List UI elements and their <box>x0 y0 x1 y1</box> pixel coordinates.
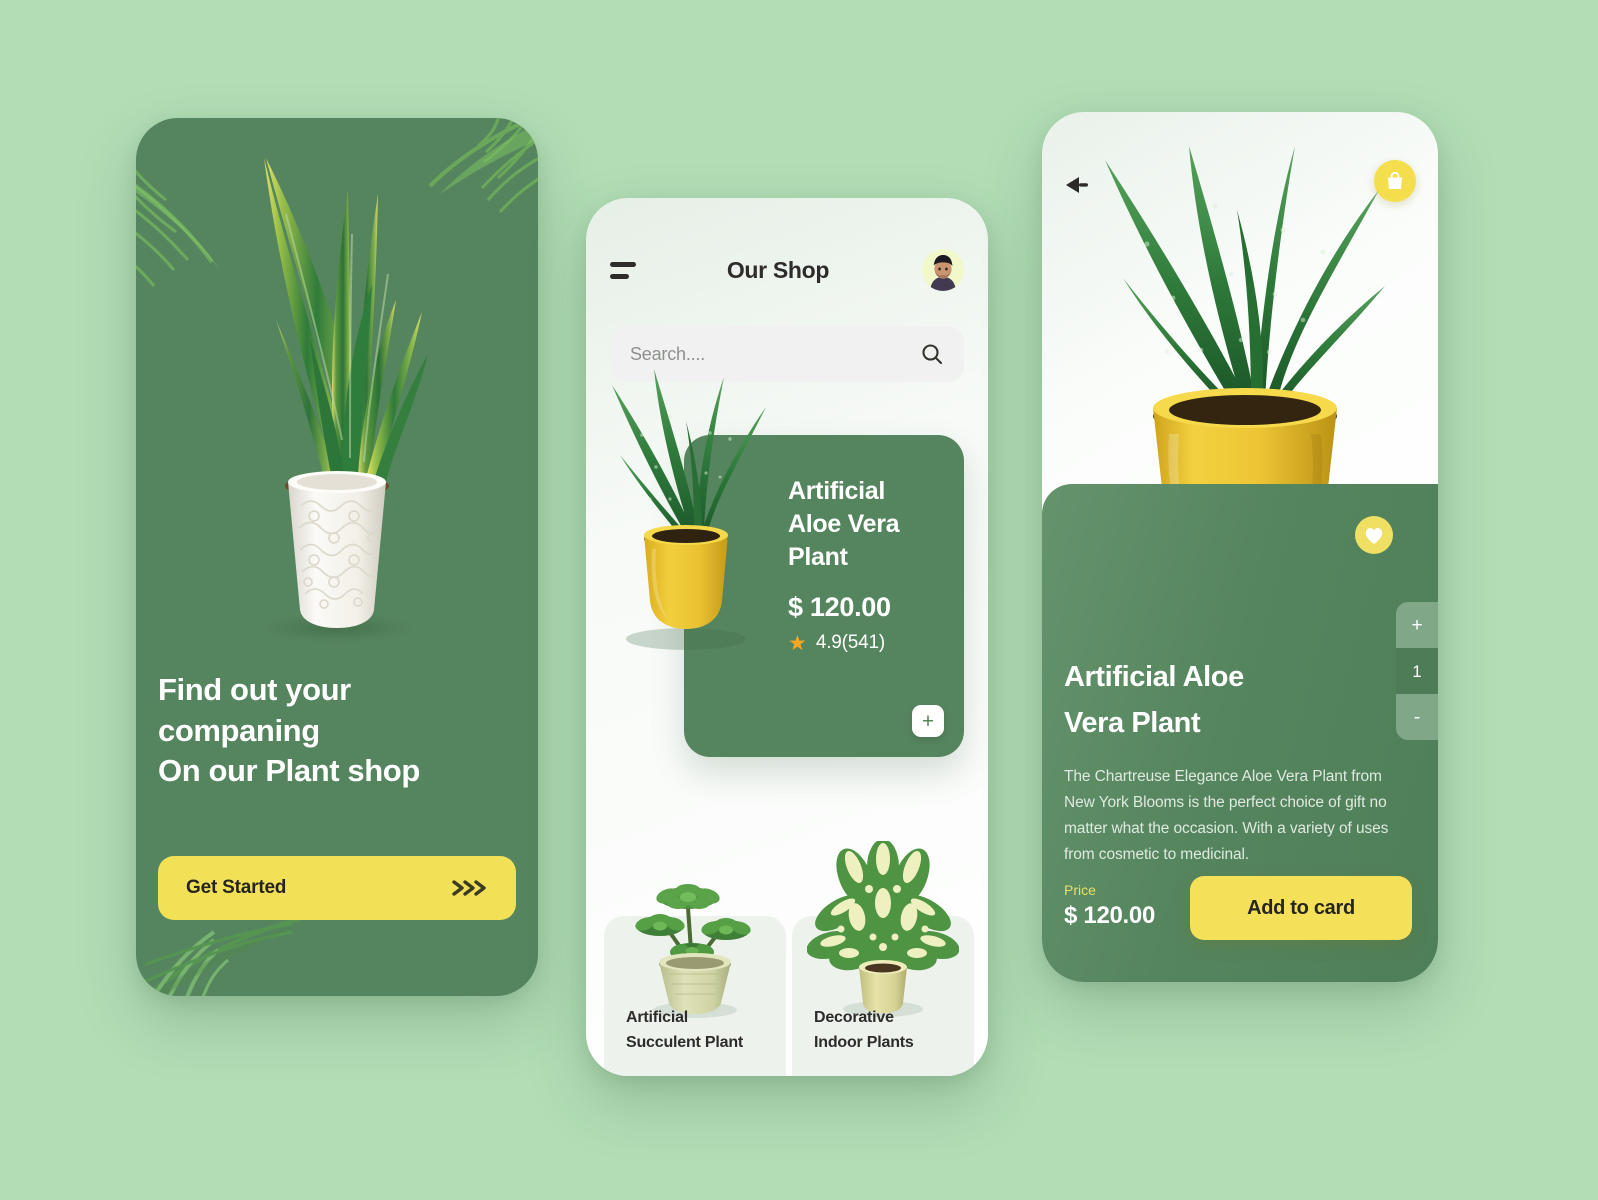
hero-plant-image <box>136 124 538 664</box>
featured-product-image <box>598 363 773 653</box>
headline-line-1: Find out your <box>158 672 351 707</box>
onboarding-headline: Find out your companing On our Plant sho… <box>158 670 518 792</box>
product-detail-screen: + 1 - Artificial Aloe Vera Plant The Cha… <box>1042 112 1438 982</box>
featured-product-name: Artificial Aloe Vera Plant <box>788 477 900 571</box>
featured-product-info: Artificial Aloe Vera Plant $ 120.00 ★ 4.… <box>788 475 946 654</box>
increment-button[interactable]: + <box>1396 602 1438 648</box>
add-to-card-button[interactable]: Add to card <box>1190 876 1412 940</box>
heart-icon[interactable] <box>1355 516 1393 554</box>
product-title: Artificial Aloe Vera Plant <box>1064 661 1244 740</box>
get-started-button[interactable]: Get Started <box>158 856 516 920</box>
rating-value: 4.9(541) <box>815 632 885 653</box>
search-icon[interactable] <box>920 342 944 366</box>
product-tile-label: Artificial Succulent Plant <box>626 1009 744 1052</box>
star-icon: ★ <box>788 631 807 655</box>
price-label: Price <box>1064 882 1096 898</box>
add-to-cart-button[interactable]: + <box>912 705 944 737</box>
price-value: $ 120.00 <box>1064 902 1156 929</box>
product-info-panel: + 1 - Artificial Aloe Vera Plant The Cha… <box>1042 484 1438 982</box>
product-description: The Chartreuse Elegance Aloe Vera Plant … <box>1064 768 1389 863</box>
avatar[interactable] <box>922 249 964 291</box>
product-tile-decorative[interactable]: Decorative Indoor Plants <box>792 839 974 1076</box>
shop-topbar: Our Shop <box>586 242 988 298</box>
page-title: Our Shop <box>726 256 830 283</box>
chevrons-right-icon <box>450 878 490 898</box>
headline-line-2: companing <box>158 712 320 748</box>
succulent-plant-image <box>620 846 770 1026</box>
featured-product-price: $ 120.00 <box>788 592 891 622</box>
product-tile-label: Decorative Indoor Plants <box>814 1009 914 1052</box>
product-tile-succulent[interactable]: Artificial Succulent Plant <box>604 884 786 1076</box>
decorative-indoor-plant-image <box>806 839 960 1026</box>
price-block: Price $ 120.00 <box>1064 882 1155 930</box>
artboard: Find out your companing On our Plant sho… <box>0 0 1598 1200</box>
quantity-stepper[interactable]: + 1 - <box>1396 602 1438 740</box>
decrement-button[interactable]: - <box>1396 694 1438 740</box>
shop-screen: Our Shop Search.... Artificial Aloe Vera… <box>586 198 988 1076</box>
quantity-value: 1 <box>1396 648 1438 694</box>
featured-product-rating: ★ 4.9(541) <box>788 632 946 654</box>
onboarding-screen: Find out your companing On our Plant sho… <box>136 118 538 996</box>
get-started-label: Get Started <box>186 877 287 898</box>
headline-line-3: On our Plant shop <box>158 753 420 789</box>
search-placeholder: Search.... <box>630 343 706 364</box>
